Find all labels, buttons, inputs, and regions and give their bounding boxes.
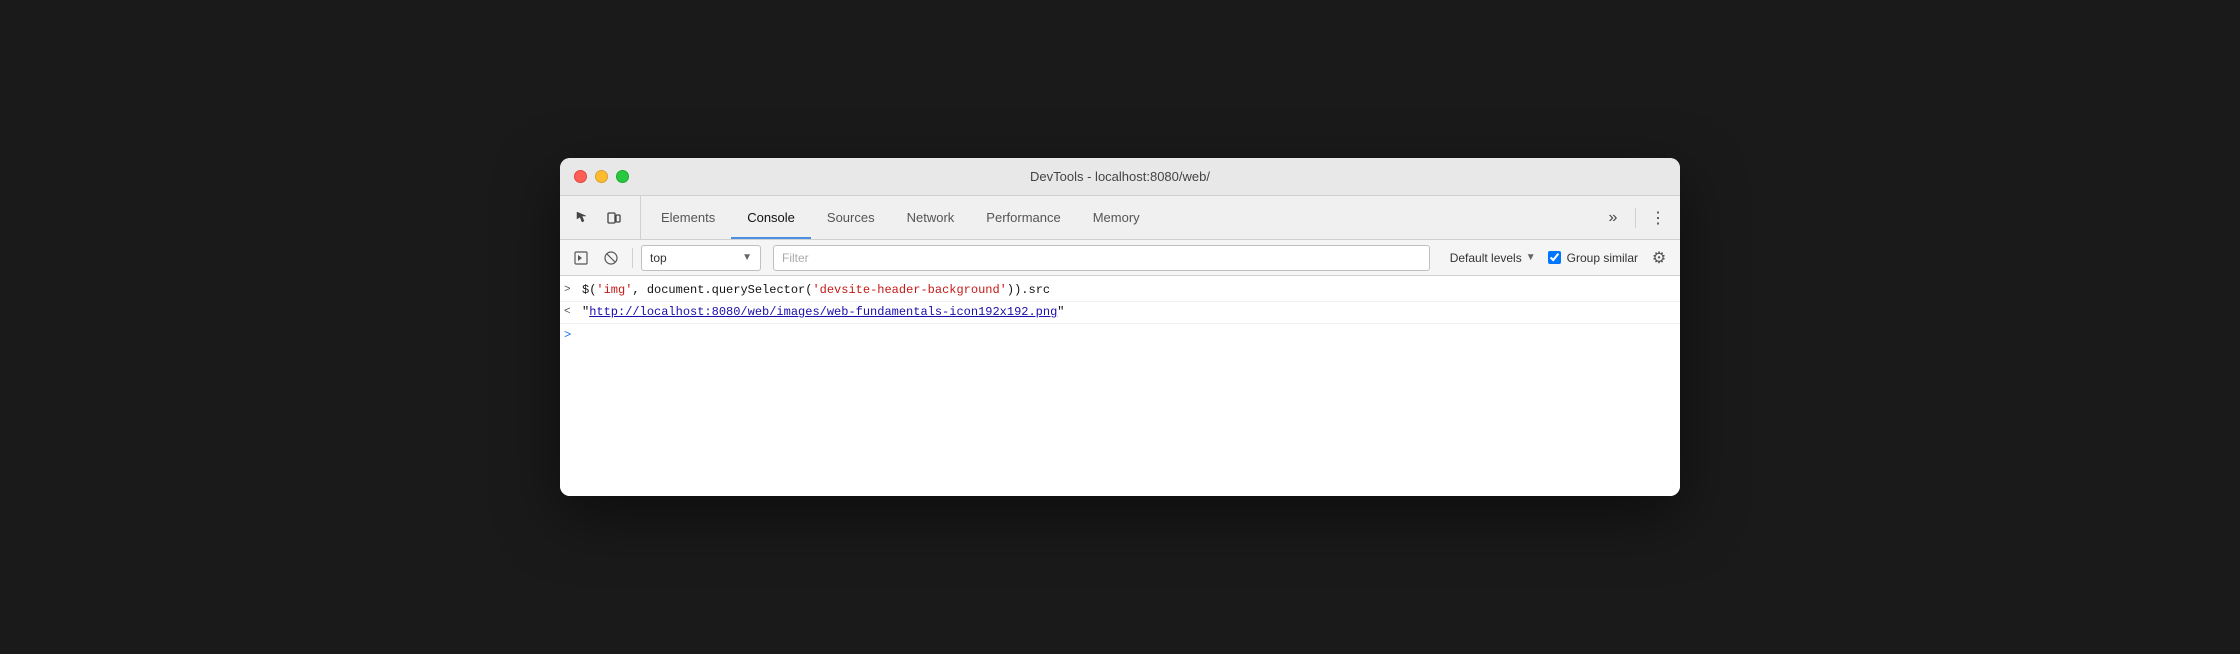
more-tabs-button[interactable]: » (1599, 204, 1627, 232)
code-string2: 'devsite-header-background' (812, 283, 1006, 297)
console-content-1: $('img', document.querySelector('devsite… (582, 283, 1672, 297)
quote-close: " (1057, 305, 1064, 319)
console-toolbar: top ▼ Default levels ▼ Group similar ⚙ (560, 240, 1680, 276)
console-line-1: > $('img', document.querySelector('devsi… (560, 280, 1680, 302)
levels-label: Default levels (1450, 251, 1522, 265)
devtools-window: DevTools - localhost:8080/web/ Elements (560, 158, 1680, 496)
context-arrow: ▼ (742, 252, 752, 263)
console-prompt-arrow: > (564, 328, 571, 342)
window-title: DevTools - localhost:8080/web/ (1030, 169, 1210, 184)
more-menu-button[interactable]: ⋮ (1644, 204, 1672, 232)
console-link[interactable]: http://localhost:8080/web/images/web-fun… (589, 305, 1057, 319)
device-toolbar-icon[interactable] (600, 204, 628, 232)
group-similar-checkbox[interactable] (1548, 251, 1561, 264)
context-value: top (650, 251, 667, 265)
code-suffix: )).src (1007, 283, 1050, 297)
code-string1: 'img' (596, 283, 632, 297)
tab-bar: Elements Console Sources Network Perform… (560, 196, 1680, 240)
levels-arrow: ▼ (1526, 252, 1536, 263)
group-similar-text: Group similar (1567, 251, 1638, 265)
minimize-button[interactable] (595, 170, 608, 183)
gear-icon: ⚙ (1652, 248, 1666, 268)
console-input-line: > (560, 324, 1680, 346)
tab-performance[interactable]: Performance (970, 196, 1076, 239)
inspect-icon[interactable] (568, 204, 596, 232)
code-middle: , document.querySelector( (632, 283, 812, 297)
settings-button[interactable]: ⚙ (1646, 245, 1672, 271)
maximize-button[interactable] (616, 170, 629, 183)
tab-elements[interactable]: Elements (645, 196, 731, 239)
group-similar-label[interactable]: Group similar (1548, 251, 1638, 265)
tab-sources[interactable]: Sources (811, 196, 891, 239)
context-selector[interactable]: top ▼ (641, 245, 761, 271)
tab-bar-right: » ⋮ (1591, 196, 1672, 239)
close-button[interactable] (574, 170, 587, 183)
console-content-2: "http://localhost:8080/web/images/web-fu… (582, 305, 1672, 319)
toolbar-divider (632, 248, 633, 268)
divider (1635, 208, 1636, 228)
show-drawer-button[interactable] (568, 245, 594, 271)
traffic-lights (574, 170, 629, 183)
clear-console-button[interactable] (598, 245, 624, 271)
input-arrow-1: > (564, 284, 576, 296)
output-arrow-2: < (564, 306, 576, 318)
tabs: Elements Console Sources Network Perform… (645, 196, 1591, 239)
console-line-2: < "http://localhost:8080/web/images/web-… (560, 302, 1680, 324)
console-area: > $('img', document.querySelector('devsi… (560, 276, 1680, 496)
code-prefix: $( (582, 283, 596, 297)
tab-memory[interactable]: Memory (1077, 196, 1156, 239)
levels-button[interactable]: Default levels ▼ (1442, 249, 1544, 267)
tab-network[interactable]: Network (891, 196, 971, 239)
filter-input[interactable] (773, 245, 1430, 271)
toolbar-icons (568, 196, 641, 239)
title-bar: DevTools - localhost:8080/web/ (560, 158, 1680, 196)
tab-console[interactable]: Console (731, 196, 811, 239)
